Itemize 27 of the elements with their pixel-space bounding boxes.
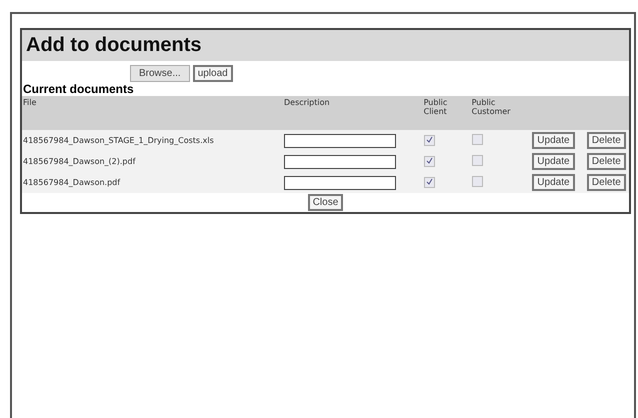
update-button[interactable]: Update <box>532 132 575 149</box>
section-heading: Current documents <box>22 82 135 96</box>
checkbox[interactable] <box>472 134 483 145</box>
update-button[interactable]: Update <box>532 174 575 191</box>
close-button[interactable]: Close <box>308 194 344 211</box>
file-name: 418567984_Dawson_STAGE_1_Drying_Costs.xls <box>23 136 214 145</box>
upload-button[interactable]: upload <box>192 65 233 82</box>
column-header: File <box>23 98 36 107</box>
checkbox[interactable] <box>424 156 435 167</box>
delete-button[interactable]: Delete <box>586 174 626 191</box>
description-field[interactable] <box>284 176 396 190</box>
column-header: Public Client <box>424 98 448 116</box>
file-name: 418567984_Dawson.pdf <box>23 178 120 187</box>
delete-button[interactable]: Delete <box>586 153 626 170</box>
description-field[interactable] <box>284 134 396 148</box>
checkbox[interactable] <box>424 135 435 146</box>
column-header: Description <box>284 98 330 107</box>
description-field[interactable] <box>284 154 396 168</box>
checkbox[interactable] <box>472 176 483 187</box>
update-button[interactable]: Update <box>532 153 575 170</box>
dialog-title: Add to documents <box>22 30 629 61</box>
checkbox[interactable] <box>472 155 483 166</box>
file-name: 418567984_Dawson_(2).pdf <box>23 157 136 166</box>
checkbox[interactable] <box>424 177 435 188</box>
browse-button[interactable]: Browse... <box>130 65 190 82</box>
column-header: Public Customer <box>472 98 512 116</box>
delete-button[interactable]: Delete <box>586 132 626 149</box>
